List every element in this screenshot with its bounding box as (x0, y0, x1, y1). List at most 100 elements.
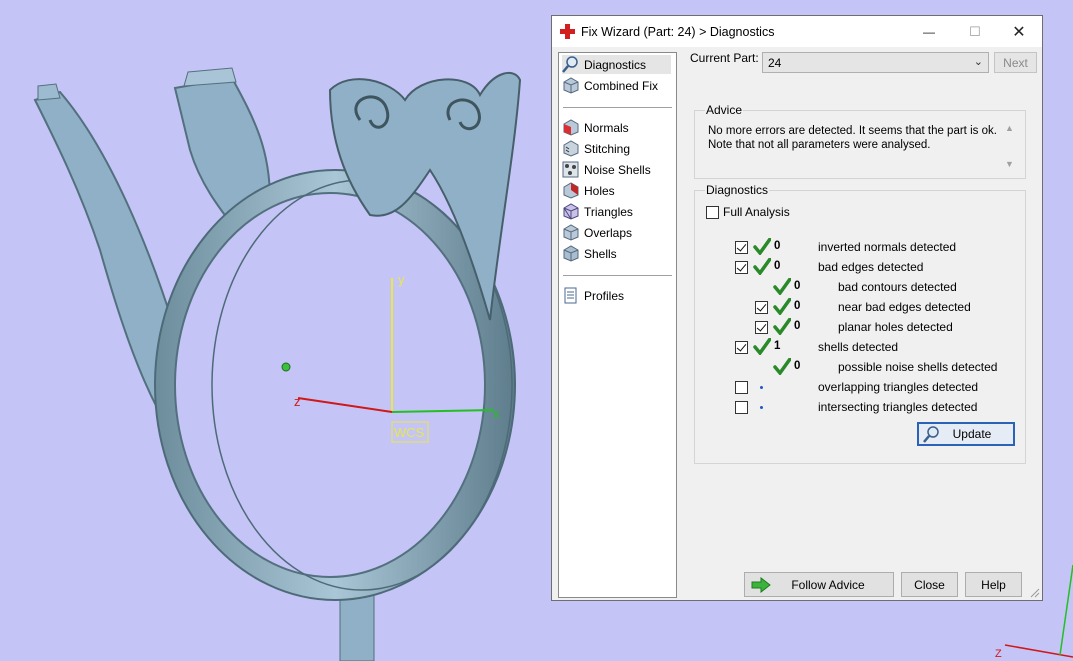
follow-advice-label: Follow Advice (791, 577, 865, 592)
diagnostics-title: Diagnostics (705, 183, 770, 197)
magnifier-icon (562, 56, 578, 73)
next-button-label: Next (1003, 55, 1028, 70)
diagnostic-count: 0 (794, 360, 801, 372)
diagnostic-label: shells detected (818, 340, 899, 354)
arrow-right-icon (751, 577, 771, 593)
green-check-icon (773, 298, 791, 315)
minimize-button[interactable]: — (906, 16, 952, 47)
diagnostic-checkbox[interactable] (735, 341, 748, 354)
diagnostic-count: 0 (794, 300, 801, 312)
y-axis-label: y (398, 272, 405, 287)
noise-shells-icon (562, 161, 579, 178)
nav-item-stitching[interactable]: Stitching (562, 139, 630, 158)
help-button-label: Help (981, 577, 1006, 592)
help-button[interactable]: Help (965, 572, 1022, 597)
nav-item-normals[interactable]: Normals (562, 118, 629, 137)
pending-dot-icon (760, 406, 763, 409)
diagnostic-label: overlapping triangles detected (818, 380, 979, 394)
diagnostic-checkbox[interactable] (755, 321, 768, 334)
nav-label-holes: Holes (584, 183, 615, 198)
diagnostic-checkbox[interactable] (735, 401, 748, 414)
ring-band-inner (174, 192, 486, 578)
red-cross-icon (560, 24, 575, 39)
scroll-up-icon[interactable]: ▲ (1005, 123, 1014, 133)
triangles-cube-icon (563, 203, 579, 220)
close-icon: ✕ (1012, 23, 1026, 41)
nav-item-shells[interactable]: Shells (562, 244, 617, 263)
diagnostic-checkbox[interactable] (735, 241, 748, 254)
green-check-icon (753, 338, 771, 355)
diagnostic-label: possible noise shells detected (838, 360, 998, 374)
nav-label-combined-fix: Combined Fix (584, 78, 659, 93)
close-window-button[interactable]: ✕ (996, 16, 1042, 47)
nav-separator (563, 107, 672, 108)
dialog-title: Fix Wizard (Part: 24) > Diagnostics (581, 25, 775, 39)
diagnostic-row: 0 inverted normals detected (695, 237, 1025, 257)
nav-item-profiles[interactable]: Profiles (562, 286, 624, 305)
diagnostic-checkbox[interactable] (735, 381, 748, 394)
next-button[interactable]: Next (994, 52, 1037, 73)
advice-text-line2: Note that not all parameters were analys… (708, 139, 931, 151)
overlaps-cube-icon (563, 224, 579, 241)
close-button[interactable]: Close (901, 572, 958, 597)
shells-cube-icon (563, 245, 579, 262)
diagnostic-count: 0 (794, 280, 801, 292)
advice-text: No more errors are detected. It seems th… (708, 124, 998, 152)
diagnostic-checkbox[interactable] (755, 301, 768, 314)
scroll-down-icon[interactable]: ▼ (1005, 159, 1014, 169)
diagnostic-row: 0 bad edges detected (695, 257, 1025, 277)
diagnostic-row: intersecting triangles detected (695, 397, 1025, 417)
current-part-label: Current Part: (690, 51, 759, 65)
advice-group: Advice No more errors are detected. It s… (694, 103, 1026, 179)
diagnostic-count: 1 (774, 340, 781, 352)
current-part-select[interactable]: 24 ⌄ (762, 52, 989, 73)
update-button[interactable]: Update (917, 422, 1015, 446)
diagnostic-checkbox[interactable] (735, 261, 748, 274)
nav-label-shells: Shells (584, 246, 617, 261)
diagnostics-group: Diagnostics Full Analysis 0 inverted norm… (694, 183, 1026, 464)
green-check-icon (773, 358, 791, 375)
nav-item-noise-shells[interactable]: Noise Shells (562, 160, 651, 179)
left-petal-prong (37, 83, 61, 101)
full-analysis-checkbox[interactable] (706, 206, 719, 219)
pending-dot-icon (760, 386, 763, 389)
title-bar[interactable]: Fix Wizard (Part: 24) > Diagnostics — ☐ … (552, 16, 1042, 47)
maximize-icon: ☐ (969, 23, 981, 39)
nav-item-combined-fix[interactable]: Combined Fix (562, 76, 658, 95)
nav-item-holes[interactable]: Holes (562, 181, 615, 200)
follow-advice-button[interactable]: Follow Advice (744, 572, 894, 597)
diagnostic-label: intersecting triangles detected (818, 400, 978, 414)
nav-item-overlaps[interactable]: Overlaps (562, 223, 632, 242)
advice-scrollbar[interactable]: ▲ ▼ (1002, 123, 1017, 169)
nav-label-normals: Normals (584, 120, 629, 135)
fix-wizard-dialog: Fix Wizard (Part: 24) > Diagnostics — ☐ … (551, 15, 1043, 601)
resize-grip-icon[interactable] (1030, 588, 1040, 598)
green-check-icon (753, 238, 771, 255)
diagnostic-row: 0 bad contours detected (695, 277, 1025, 297)
diagnostic-row: overlapping triangles detected (695, 377, 1025, 397)
nav-item-diagnostics[interactable]: Diagnostics (562, 55, 671, 74)
close-button-label: Close (914, 577, 945, 592)
nav-label-triangles: Triangles (584, 204, 633, 219)
diagnostic-count: 0 (774, 260, 781, 272)
maximize-button[interactable]: ☐ (952, 16, 998, 47)
magnifier-icon (923, 426, 939, 443)
stitching-cube-icon (563, 140, 579, 157)
diagnostic-label: planar holes detected (838, 320, 953, 334)
corner-axis-green (1059, 564, 1073, 656)
diagnostic-count: 0 (794, 320, 801, 332)
nav-label-stitching: Stitching (584, 141, 631, 156)
wizard-nav-panel: Diagnostics Combined Fix Normals Stitchi… (558, 52, 677, 598)
wcs-label: WCS (394, 425, 425, 440)
diagnostic-label: near bad edges detected (838, 300, 971, 314)
diagnostic-label: inverted normals detected (818, 240, 957, 254)
diagnostic-count: 0 (774, 240, 781, 252)
diagnostic-row: 0 near bad edges detected (695, 297, 1025, 317)
minimize-icon: — (923, 24, 935, 39)
chevron-down-icon: ⌄ (973, 56, 983, 68)
pivot-point (281, 362, 291, 372)
nav-item-triangles[interactable]: Triangles (562, 202, 633, 221)
x-axis-label: x (493, 406, 500, 421)
nav-label-noise-shells: Noise Shells (584, 162, 651, 177)
green-check-icon (773, 278, 791, 295)
